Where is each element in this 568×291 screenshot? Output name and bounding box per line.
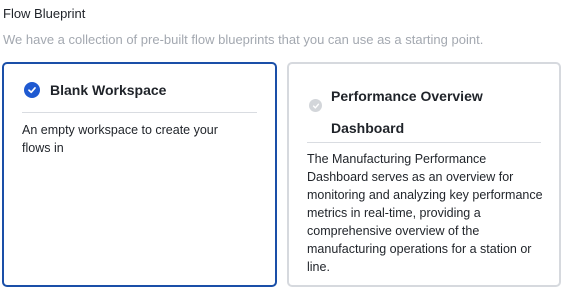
card-title: Performance Overview Dashboard <box>331 88 483 136</box>
blueprint-card-blank-workspace[interactable]: Blank Workspace An empty workspace to cr… <box>2 62 277 287</box>
section-description: We have a collection of pre-built flow b… <box>3 32 484 47</box>
card-description: An empty workspace to create your flows … <box>22 123 218 155</box>
card-header: Performance Overview Dashboard <box>307 64 541 143</box>
section-title: Flow Blueprint <box>3 6 86 21</box>
check-circle-icon <box>24 82 40 98</box>
card-header: Blank Workspace <box>22 64 257 113</box>
card-description: The Manufacturing Performance Dashboard … <box>307 152 543 274</box>
check-circle-icon <box>309 99 322 112</box>
blueprint-card-performance-overview-dashboard[interactable]: Performance Overview Dashboard The Manuf… <box>287 62 561 287</box>
card-title: Blank Workspace <box>50 82 167 98</box>
